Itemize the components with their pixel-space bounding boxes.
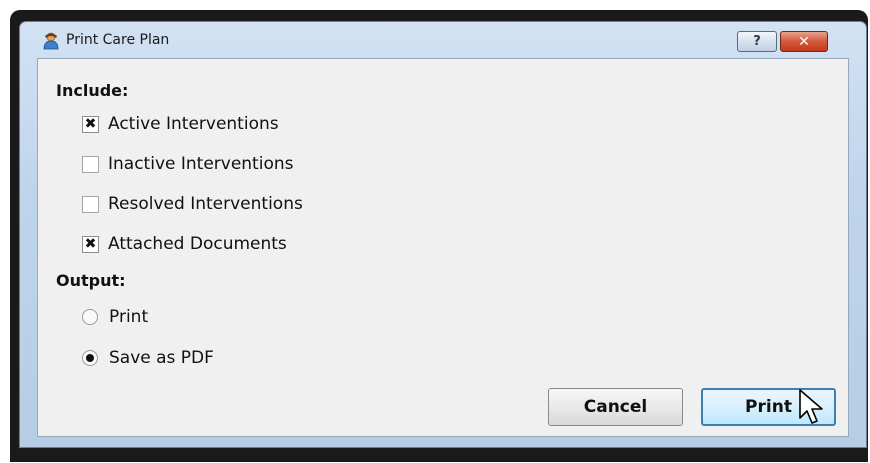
active-interventions-checkbox[interactable]: ✖ — [82, 115, 99, 133]
attached-documents-label: Attached Documents — [108, 234, 287, 254]
include-option-resolved[interactable]: Resolved Interventions — [82, 194, 303, 214]
mouse-pointer-icon — [799, 389, 823, 424]
save-as-pdf-radio[interactable] — [82, 350, 98, 366]
window-title: Print Care Plan — [66, 32, 170, 48]
help-icon: ? — [753, 34, 761, 49]
title-bar[interactable]: Print Care Plan ? ✕ — [20, 22, 866, 58]
active-interventions-label: Active Interventions — [108, 114, 279, 134]
inactive-interventions-checkbox[interactable] — [82, 155, 99, 173]
print-radio[interactable] — [82, 309, 98, 325]
resolved-interventions-label: Resolved Interventions — [108, 194, 303, 214]
dialog-body: Include: ✖ Active Interventions Inactive… — [37, 58, 849, 437]
include-option-attached[interactable]: ✖ Attached Documents — [82, 234, 287, 254]
output-heading: Output: — [56, 271, 126, 290]
output-option-print[interactable]: Print — [82, 307, 148, 327]
print-care-plan-dialog: Print Care Plan ? ✕ Include: ✖ Active In… — [19, 21, 867, 448]
include-option-active[interactable]: ✖ Active Interventions — [82, 114, 279, 134]
close-icon: ✕ — [798, 33, 810, 50]
include-option-inactive[interactable]: Inactive Interventions — [82, 154, 293, 174]
save-as-pdf-label: Save as PDF — [109, 348, 214, 368]
cancel-button[interactable]: Cancel — [548, 388, 683, 426]
user-icon — [43, 32, 59, 50]
include-heading: Include: — [56, 81, 129, 100]
print-radio-label: Print — [109, 307, 149, 327]
resolved-interventions-checkbox[interactable] — [82, 195, 99, 213]
inactive-interventions-label: Inactive Interventions — [108, 154, 294, 174]
output-option-pdf[interactable]: Save as PDF — [82, 348, 214, 368]
attached-documents-checkbox[interactable]: ✖ — [82, 235, 99, 253]
close-button[interactable]: ✕ — [780, 31, 828, 52]
help-button[interactable]: ? — [737, 31, 777, 52]
